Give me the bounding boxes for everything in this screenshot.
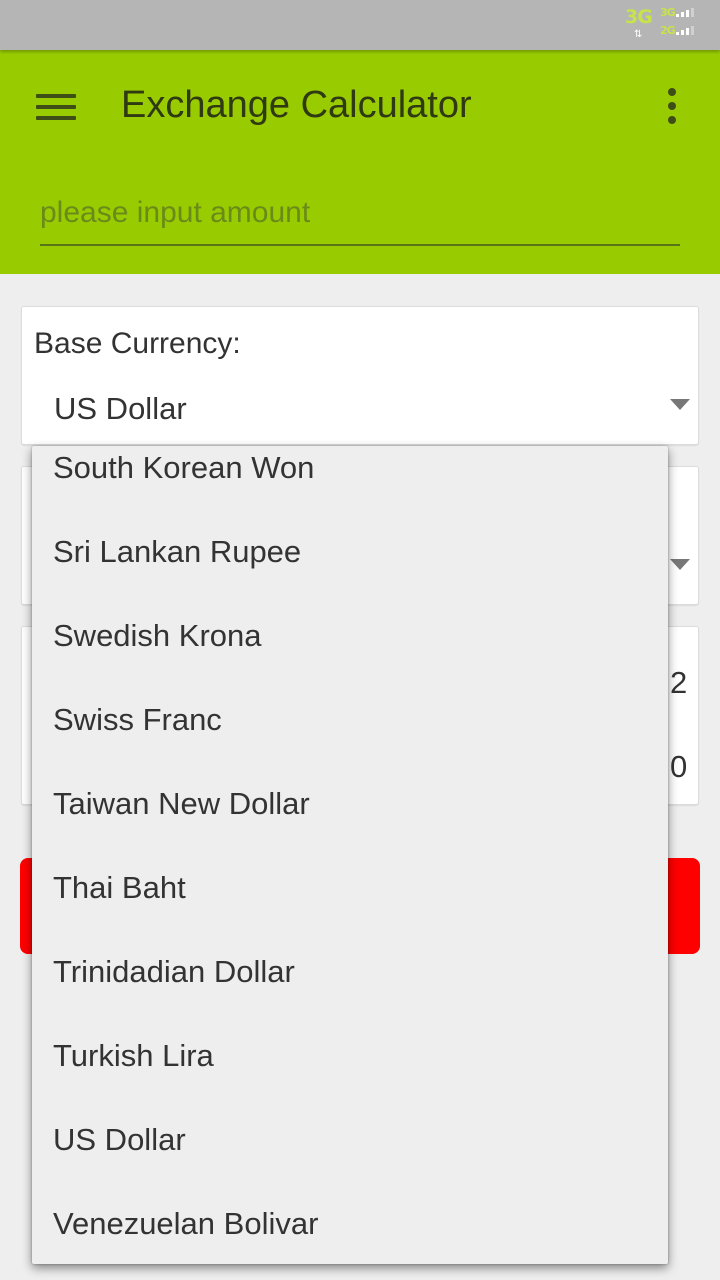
- amount-input[interactable]: [40, 190, 680, 236]
- result-value: 0: [670, 749, 688, 784]
- result-value: 2: [670, 665, 688, 700]
- dropdown-arrow-icon[interactable]: [670, 399, 690, 410]
- app-title: Exchange Calculator: [121, 84, 472, 126]
- dropdown-item[interactable]: Sri Lankan Rupee: [32, 510, 668, 594]
- sim2-network-label: 2G: [660, 24, 676, 37]
- sim1-network-label: 3G: [660, 6, 676, 19]
- base-currency-card: Base Currency: US Dollar: [21, 306, 699, 445]
- dropdown-item[interactable]: Thai Baht: [32, 846, 668, 930]
- hamburger-menu-icon[interactable]: [36, 94, 76, 122]
- dropdown-item[interactable]: Venezuelan Bolivar: [32, 1182, 668, 1264]
- base-currency-spinner[interactable]: US Dollar: [54, 391, 187, 427]
- dropdown-item[interactable]: Trinidadian Dollar: [32, 930, 668, 1014]
- dropdown-item[interactable]: Turkish Lira: [32, 1014, 668, 1098]
- dropdown-item[interactable]: US Dollar: [32, 1098, 668, 1182]
- data-activity-icon: ⇅: [634, 29, 642, 40]
- network-type-3g: 3G: [625, 6, 653, 28]
- status-bar: 3G ⇅ 3G 2G: [0, 0, 720, 50]
- base-currency-label: Base Currency:: [34, 327, 241, 360]
- signal-strength-icon: [676, 26, 694, 35]
- dropdown-item[interactable]: Swedish Krona: [32, 594, 668, 678]
- dropdown-arrow-icon[interactable]: [670, 559, 690, 570]
- dropdown-item[interactable]: Taiwan New Dollar: [32, 762, 668, 846]
- currency-dropdown-list: South Korean Won Sri Lankan Rupee Swedis…: [32, 446, 668, 1264]
- signal-strength-icon: [676, 8, 694, 17]
- amount-input-underline: [40, 244, 680, 246]
- dropdown-item[interactable]: Swiss Franc: [32, 678, 668, 762]
- more-vert-icon[interactable]: [662, 88, 682, 126]
- dropdown-item[interactable]: South Korean Won: [32, 446, 668, 510]
